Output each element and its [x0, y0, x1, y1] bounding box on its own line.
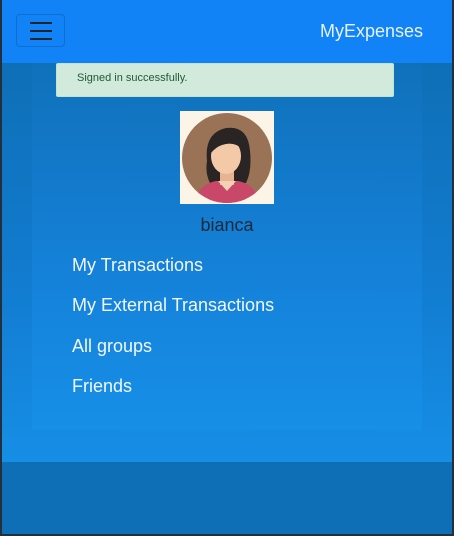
alert-message: Signed in successfully.	[77, 72, 188, 84]
navbar: MyExpenses	[2, 0, 452, 63]
hamburger-icon-bar	[29, 29, 52, 32]
menu-link-my-external-transactions[interactable]: My External Transactions	[72, 295, 274, 316]
profile-username: bianca	[200, 215, 254, 235]
brand-link[interactable]: MyExpenses	[320, 21, 423, 42]
footer	[2, 462, 452, 534]
profile-avatar	[180, 111, 274, 204]
hamburger-icon	[29, 21, 52, 24]
hamburger-icon-bar	[29, 37, 52, 40]
navbar-toggle-button[interactable]	[16, 14, 65, 47]
user-avatar-icon	[182, 113, 272, 203]
menu-link-my-transactions[interactable]: My Transactions	[72, 255, 203, 276]
success-alert: Signed in successfully.	[56, 63, 394, 97]
menu-link-all-groups[interactable]: All groups	[72, 336, 152, 357]
menu-link-friends[interactable]: Friends	[72, 376, 132, 397]
